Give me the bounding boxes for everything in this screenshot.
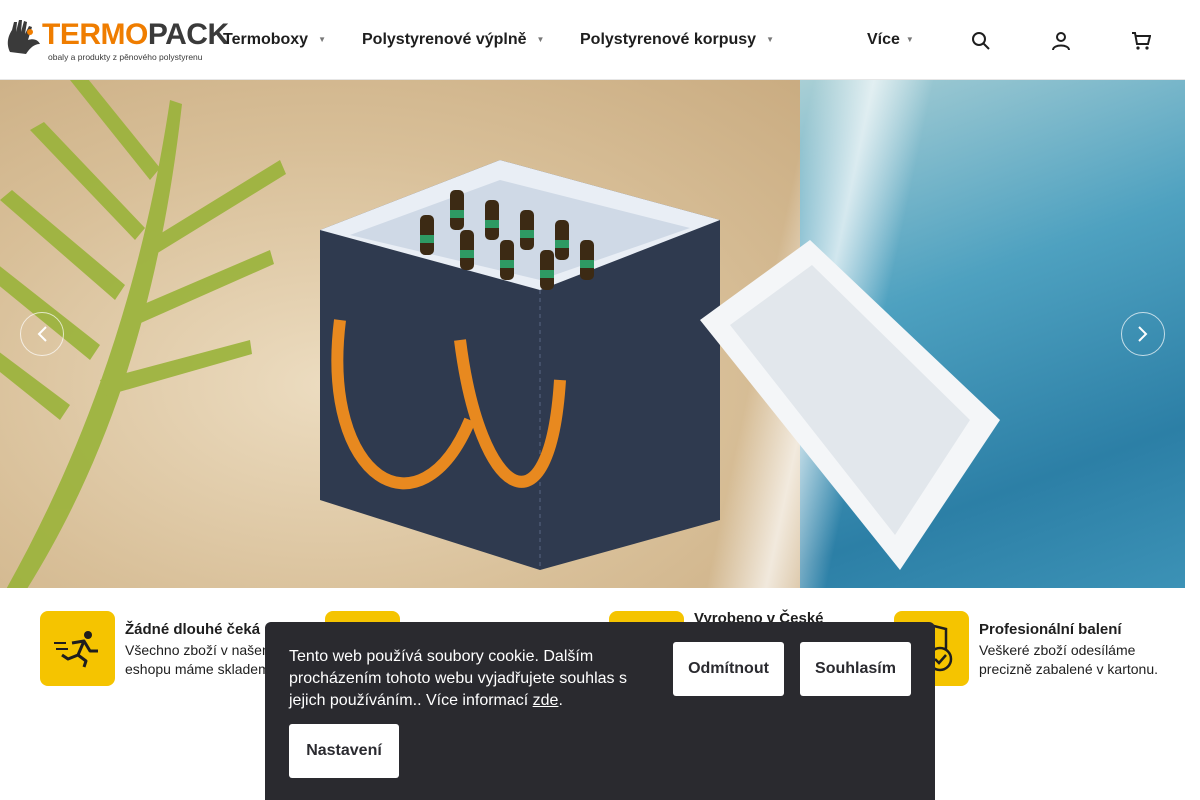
- cookie-message: Tento web používá soubory cookie. Dalším…: [289, 648, 627, 709]
- slider-next-button[interactable]: [1121, 312, 1165, 356]
- chevron-down-icon: ▼: [536, 35, 545, 44]
- nav-termoboxy[interactable]: Termoboxy ▼: [223, 30, 326, 50]
- benefit-text: Všechno zboží v našem eshopu máme skladem: [125, 642, 274, 677]
- site-header: TERMOPACK obaly a produkty z pěnového po…: [0, 0, 1185, 80]
- running-person-icon: [53, 630, 98, 667]
- logo-wordmark: TERMOPACK: [42, 18, 229, 51]
- benefit-professional-packing: Profesionální balení Veškeré zboží odesí…: [894, 611, 1184, 687]
- benefit-title: Žádné dlouhé čeká: [125, 621, 261, 638]
- logo[interactable]: TERMOPACK obaly a produkty z pěnového po…: [4, 16, 229, 64]
- cart-icon[interactable]: [1131, 31, 1151, 51]
- slider-prev-button[interactable]: [20, 312, 64, 356]
- hand-logo-icon: [7, 20, 40, 54]
- cookie-accept-button[interactable]: Souhlasím: [800, 642, 911, 696]
- hero-slider[interactable]: [0, 80, 1185, 588]
- cookie-settings-button[interactable]: Nastavení: [289, 724, 399, 778]
- benefit-no-waiting: Žádné dlouhé čeká Všechno zboží v našem e…: [40, 611, 300, 687]
- nav-vice[interactable]: Více ▼: [867, 30, 914, 50]
- user-icon[interactable]: [1051, 31, 1071, 51]
- cookie-consent-bar: Tento web používá soubory cookie. Dalším…: [265, 622, 935, 800]
- nav-polystyrenove-korpusy[interactable]: Polystyrenové korpusy ▼: [580, 30, 774, 50]
- termobox-product-image: [320, 160, 720, 570]
- cookie-more-info-link[interactable]: zde: [533, 692, 559, 709]
- logo-tagline: obaly a produkty z pěnového polystyrenu: [48, 52, 203, 62]
- chevron-down-icon: ▼: [318, 35, 326, 44]
- benefit-text: Veškeré zboží odesíláme precizně zabalené…: [979, 642, 1158, 677]
- nav-polystyrenove-vyplne[interactable]: Polystyrenové výplně ▼: [362, 30, 544, 50]
- termobox-lid-image: [700, 240, 1000, 570]
- search-icon[interactable]: [971, 31, 991, 51]
- chevron-down-icon: ▼: [905, 35, 914, 44]
- page: TERMOPACK obaly a produkty z pěnového po…: [0, 0, 1185, 800]
- benefit-title: Profesionální balení: [979, 621, 1122, 638]
- chevron-down-icon: ▼: [766, 35, 774, 44]
- chevron-left-icon: [37, 326, 47, 342]
- chevron-right-icon: [1138, 326, 1148, 342]
- cookie-decline-button[interactable]: Odmítnout: [673, 642, 784, 696]
